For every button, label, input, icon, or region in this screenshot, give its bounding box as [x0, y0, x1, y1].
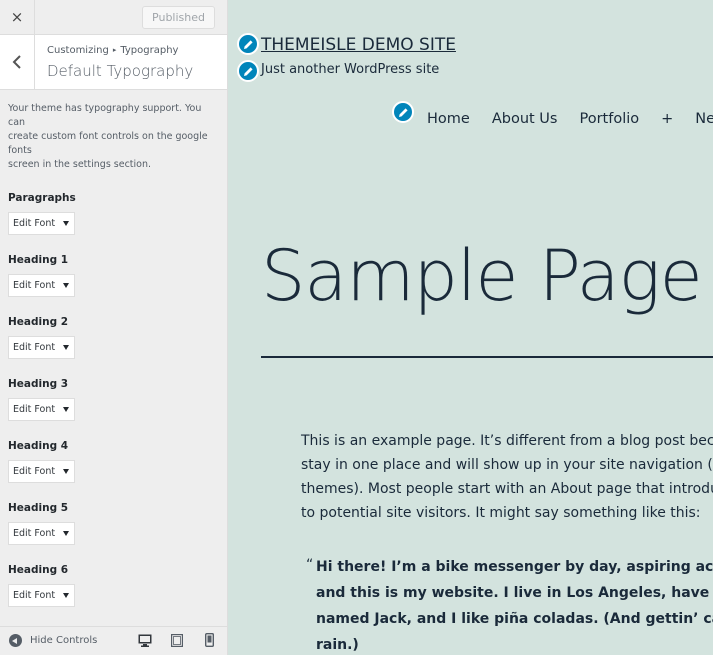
description-line: screen in the settings section.	[8, 159, 152, 170]
dropdown-caret-icon	[63, 593, 69, 598]
control-label: Heading 2	[8, 316, 69, 328]
edit-font-button[interactable]: Edit Font	[8, 460, 75, 483]
edit-font-button[interactable]: Edit Font	[8, 398, 75, 421]
edit-font-label: Edit Font	[13, 528, 56, 539]
customizer-header: × Published	[0, 0, 227, 35]
title-divider	[261, 356, 713, 358]
breadcrumb-separator-icon: ▸	[112, 46, 117, 54]
site-tagline: Just another WordPress site	[261, 62, 440, 77]
chevron-left-icon	[12, 55, 21, 69]
dropdown-caret-icon	[63, 469, 69, 474]
control-heading-3: Heading 3 Edit Font	[0, 378, 227, 421]
device-preview-buttons	[137, 633, 217, 647]
nav-item-home[interactable]: Home	[427, 111, 470, 127]
edit-font-label: Edit Font	[13, 280, 56, 291]
dropdown-caret-icon	[63, 221, 69, 226]
edit-font-button[interactable]: Edit Font	[8, 274, 75, 297]
section-title: Default Typography	[47, 62, 194, 80]
close-icon: ×	[10, 8, 24, 26]
close-customizer-button[interactable]: ×	[0, 0, 35, 34]
desktop-icon	[138, 634, 152, 647]
breadcrumb-current: Typography	[120, 45, 179, 56]
control-label: Heading 1	[8, 254, 69, 266]
paragraph-line: stay in one place and will show up in yo…	[301, 457, 713, 473]
control-label: Heading 5	[8, 502, 69, 514]
control-label: Heading 3	[8, 378, 69, 390]
dropdown-caret-icon	[63, 345, 69, 350]
pencil-icon	[398, 107, 408, 117]
nav-item-portfolio[interactable]: Portfolio	[579, 111, 639, 127]
control-paragraphs: Paragraphs Edit Font	[0, 192, 227, 235]
quote-line: named Jack, and I like piña coladas. (An…	[316, 611, 713, 627]
edit-font-label: Edit Font	[13, 404, 56, 415]
edit-font-label: Edit Font	[13, 218, 56, 229]
nav-expand-icon[interactable]: +	[661, 111, 673, 127]
breadcrumb-parent: Customizing	[47, 45, 109, 56]
customizer-footer: Hide Controls	[0, 626, 227, 655]
control-heading-1: Heading 1 Edit Font	[0, 254, 227, 297]
edit-font-button[interactable]: Edit Font	[8, 212, 75, 235]
section-header: Customizing ▸ Typography Default Typograph…	[0, 35, 227, 90]
nav-item-about-us[interactable]: About Us	[492, 111, 558, 127]
edit-menu-shortcut[interactable]	[392, 101, 414, 123]
paragraph-line: themes). Most people start with an About…	[301, 481, 713, 497]
section-description: Your theme has typography support. You c…	[0, 90, 227, 172]
publish-button[interactable]: Published	[142, 6, 215, 29]
mobile-icon	[204, 633, 214, 647]
control-label: Heading 6	[8, 564, 69, 576]
description-line: Your theme has typography support. You c…	[8, 103, 202, 128]
hide-controls-label: Hide Controls	[30, 635, 98, 646]
hide-controls-button[interactable]: Hide Controls	[9, 634, 97, 647]
site-preview: THEMEISLE DEMO SITE Just another WordPre…	[228, 0, 713, 655]
edit-font-button[interactable]: Edit Font	[8, 336, 75, 359]
paragraph-line: to potential site visitors. It might say…	[301, 505, 701, 521]
control-label: Heading 4	[8, 440, 69, 452]
edit-font-label: Edit Font	[13, 342, 56, 353]
page-content: This is an example page. It’s different …	[301, 429, 713, 525]
pencil-icon	[243, 39, 253, 49]
quote-line: rain.)	[316, 637, 359, 653]
quote-line: Hi there! I’m a bike messenger by day, a…	[316, 559, 713, 575]
edit-site-title-shortcut[interactable]	[237, 33, 259, 55]
control-heading-5: Heading 5 Edit Font	[0, 502, 227, 545]
description-line: create custom font controls on the googl…	[8, 131, 208, 156]
tablet-icon	[171, 633, 183, 647]
breadcrumb: Customizing ▸ Typography	[47, 45, 178, 56]
edit-font-label: Edit Font	[13, 590, 56, 601]
collapse-arrow-icon	[9, 634, 22, 647]
control-label: Paragraphs	[8, 192, 76, 204]
quote-line: and this is my website. I live in Los An…	[316, 585, 713, 601]
preview-desktop-button[interactable]	[137, 633, 153, 647]
site-title-link[interactable]: THEMEISLE DEMO SITE	[261, 35, 456, 55]
blockquote: Hi there! I’m a bike messenger by day, a…	[316, 554, 713, 655]
pencil-icon	[243, 66, 253, 76]
control-heading-2: Heading 2 Edit Font	[0, 316, 227, 359]
preview-tablet-button[interactable]	[169, 633, 185, 647]
dropdown-caret-icon	[63, 531, 69, 536]
control-heading-4: Heading 4 Edit Font	[0, 440, 227, 483]
dropdown-caret-icon	[63, 283, 69, 288]
page-title: Sample Page	[261, 235, 703, 317]
primary-nav: Home About Us Portfolio + News	[427, 111, 713, 127]
edit-tagline-shortcut[interactable]	[237, 60, 259, 82]
customizer-sidebar: × Published Customizing ▸ Typography Defau…	[0, 0, 228, 655]
back-button[interactable]	[0, 35, 35, 89]
quote-mark-icon: “	[306, 557, 314, 573]
preview-mobile-button[interactable]	[201, 633, 217, 647]
paragraph-line: This is an example page. It’s different …	[301, 433, 713, 449]
control-heading-6: Heading 6 Edit Font	[0, 564, 227, 607]
dropdown-caret-icon	[63, 407, 69, 412]
edit-font-button[interactable]: Edit Font	[8, 584, 75, 607]
edit-font-label: Edit Font	[13, 466, 56, 477]
edit-font-button[interactable]: Edit Font	[8, 522, 75, 545]
nav-item-news[interactable]: News	[695, 111, 713, 127]
